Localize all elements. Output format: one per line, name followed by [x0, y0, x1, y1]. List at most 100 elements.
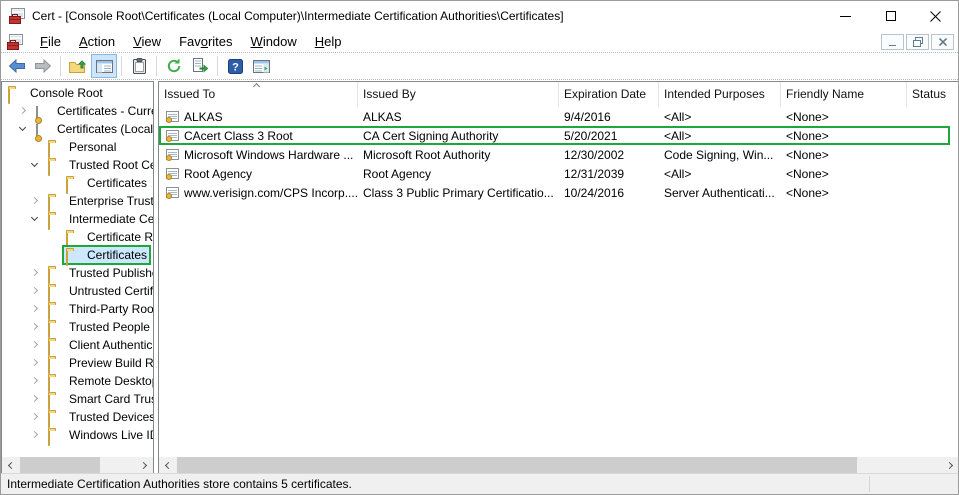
- chevron-right-icon[interactable]: [31, 413, 38, 420]
- chevron-down-icon[interactable]: [19, 124, 26, 131]
- tree-item-trusted-people[interactable]: Trusted People: [2, 318, 153, 336]
- tree-item-label: Certificates: [87, 246, 147, 264]
- show-hide-console-tree-button[interactable]: [91, 54, 117, 78]
- column-header-intended-purposes[interactable]: Intended Purposes: [659, 82, 781, 107]
- child-close-button[interactable]: [931, 34, 954, 50]
- toolbar-separator: [60, 56, 61, 76]
- chevron-right-icon[interactable]: [31, 197, 38, 204]
- tree-item-label: Intermediate Cer: [69, 210, 153, 228]
- certificate-icon: [166, 130, 179, 141]
- table-row-highlighted[interactable]: CAcert Class 3 Root CA Cert Signing Auth…: [159, 126, 950, 145]
- forward-button[interactable]: [30, 54, 56, 78]
- tree-item-windows-live-id[interactable]: Windows Live ID: [2, 426, 153, 444]
- column-header-friendly-name[interactable]: Friendly Name: [781, 82, 907, 107]
- action-pane-icon: [253, 60, 270, 73]
- tree-item-smart-card[interactable]: Smart Card Trust: [2, 390, 153, 408]
- chevron-right-icon[interactable]: [31, 359, 38, 366]
- show-hide-action-pane-button[interactable]: [248, 54, 274, 78]
- tree-horizontal-scrollbar[interactable]: [2, 457, 153, 474]
- chevron-right-icon[interactable]: [31, 341, 38, 348]
- child-restore-icon: [913, 37, 923, 47]
- tree-item-label: Windows Live ID: [69, 426, 153, 444]
- child-restore-button[interactable]: [906, 34, 929, 50]
- list-horizontal-scrollbar[interactable]: [159, 457, 959, 474]
- chevron-down-icon[interactable]: [31, 160, 38, 167]
- tree-item-untrusted-certificates[interactable]: Untrusted Certifi: [2, 282, 153, 300]
- chevron-right-icon[interactable]: [31, 287, 38, 294]
- tree-item-client-authentication[interactable]: Client Authentic: [2, 336, 153, 354]
- mmc-window: Cert - [Console Root\Certificates (Local…: [0, 0, 959, 495]
- column-header-status[interactable]: Status: [907, 82, 959, 107]
- tree-item-intermediate[interactable]: Intermediate Cer: [2, 210, 153, 228]
- menu-file[interactable]: File: [31, 32, 70, 51]
- console-tree-icon: [96, 60, 113, 73]
- tree-item-certificates-local-computer[interactable]: Certificates (Local C: [2, 120, 153, 138]
- column-header-issued-by[interactable]: Issued By: [358, 82, 559, 107]
- column-header-issued-to[interactable]: Issued To: [159, 82, 358, 107]
- chevron-right-icon[interactable]: [19, 107, 26, 114]
- scroll-right-arrow[interactable]: [136, 457, 153, 474]
- table-row[interactable]: Microsoft Windows Hardware ... Microsoft…: [159, 145, 950, 164]
- scrollbar-thumb[interactable]: [20, 457, 100, 474]
- tree-item-enterprise-trust[interactable]: Enterprise Trust: [2, 192, 153, 210]
- tree-item-label: Third-Party Root: [69, 300, 153, 318]
- svg-text:?: ?: [232, 61, 239, 73]
- title-bar: Cert - [Console Root\Certificates (Local…: [1, 1, 958, 31]
- tree-item-certificates-trusted-root[interactable]: Certificates: [2, 174, 153, 192]
- certificate-icon: [166, 111, 179, 122]
- tree-item-certificate-revocation[interactable]: Certificate Re: [2, 228, 153, 246]
- table-row[interactable]: ALKAS ALKAS 9/4/2016 <All> <None>: [159, 107, 950, 126]
- child-minimize-button[interactable]: [881, 34, 904, 50]
- minimize-button[interactable]: [823, 1, 868, 31]
- menu-view[interactable]: View: [124, 32, 170, 51]
- refresh-button[interactable]: [161, 54, 187, 78]
- console-system-menu-icon[interactable]: [7, 34, 23, 50]
- certificate-rows: ALKAS ALKAS 9/4/2016 <All> <None> CAcert…: [159, 107, 959, 202]
- table-row[interactable]: Root Agency Root Agency 12/31/2039 <All>…: [159, 164, 950, 183]
- scroll-right-arrow[interactable]: [942, 457, 959, 474]
- tree-item-certificates-current-user[interactable]: Certificates - Curren: [2, 102, 153, 120]
- chevron-right-icon[interactable]: [31, 305, 38, 312]
- tree-item-console-root[interactable]: Console Root: [2, 84, 153, 102]
- chevron-right-icon[interactable]: [31, 269, 38, 276]
- chevron-right-icon[interactable]: [31, 323, 38, 330]
- chevron-right-icon[interactable]: [31, 377, 38, 384]
- menu-help[interactable]: Help: [306, 32, 351, 51]
- menus: File Action View Favorites Window Help: [31, 32, 351, 51]
- tree-item-label: Trusted People: [69, 318, 150, 336]
- tree-item-trusted-root[interactable]: Trusted Root Cer: [2, 156, 153, 174]
- tree-item-third-party-roots[interactable]: Third-Party Root: [2, 300, 153, 318]
- maximize-icon: [886, 11, 896, 21]
- scroll-left-arrow[interactable]: [2, 457, 19, 474]
- tree-item-trusted-publishers[interactable]: Trusted Publishe: [2, 264, 153, 282]
- tree-item-trusted-devices[interactable]: Trusted Devices: [2, 408, 153, 426]
- certificate-icon: [166, 149, 179, 160]
- properties-button[interactable]: [126, 54, 152, 78]
- table-row[interactable]: www.verisign.com/CPS Incorp.... Class 3 …: [159, 183, 950, 202]
- tree-item-label: Client Authentic: [69, 336, 152, 354]
- console-tree: Console Root Certificates - Curren Certi…: [2, 84, 153, 457]
- up-one-level-button[interactable]: [65, 54, 91, 78]
- close-button[interactable]: [913, 1, 958, 31]
- toolbar-separator: [121, 56, 122, 76]
- menu-favorites[interactable]: Favorites: [170, 32, 241, 51]
- tree-item-preview-build-roots[interactable]: Preview Build Ro: [2, 354, 153, 372]
- menu-window[interactable]: Window: [242, 32, 306, 51]
- tree-item-remote-desktop[interactable]: Remote Desktop: [2, 372, 153, 390]
- scroll-left-arrow[interactable]: [159, 457, 176, 474]
- export-list-icon: [192, 58, 208, 74]
- tree-item-label: Smart Card Trust: [69, 390, 153, 408]
- chevron-right-icon[interactable]: [31, 431, 38, 438]
- export-list-button[interactable]: [187, 54, 213, 78]
- tree-item-certificates-intermediate-selected[interactable]: Certificates: [2, 246, 153, 264]
- help-button[interactable]: ?: [222, 54, 248, 78]
- chevron-right-icon[interactable]: [31, 395, 38, 402]
- menu-action[interactable]: Action: [70, 32, 124, 51]
- scrollbar-thumb[interactable]: [177, 457, 857, 474]
- status-text: Intermediate Certification Authorities s…: [7, 477, 352, 491]
- maximize-button[interactable]: [868, 1, 913, 31]
- back-button[interactable]: [4, 54, 30, 78]
- column-header-expiration-date[interactable]: Expiration Date: [559, 82, 659, 107]
- tree-item-personal[interactable]: Personal: [2, 138, 153, 156]
- chevron-down-icon[interactable]: [31, 214, 38, 221]
